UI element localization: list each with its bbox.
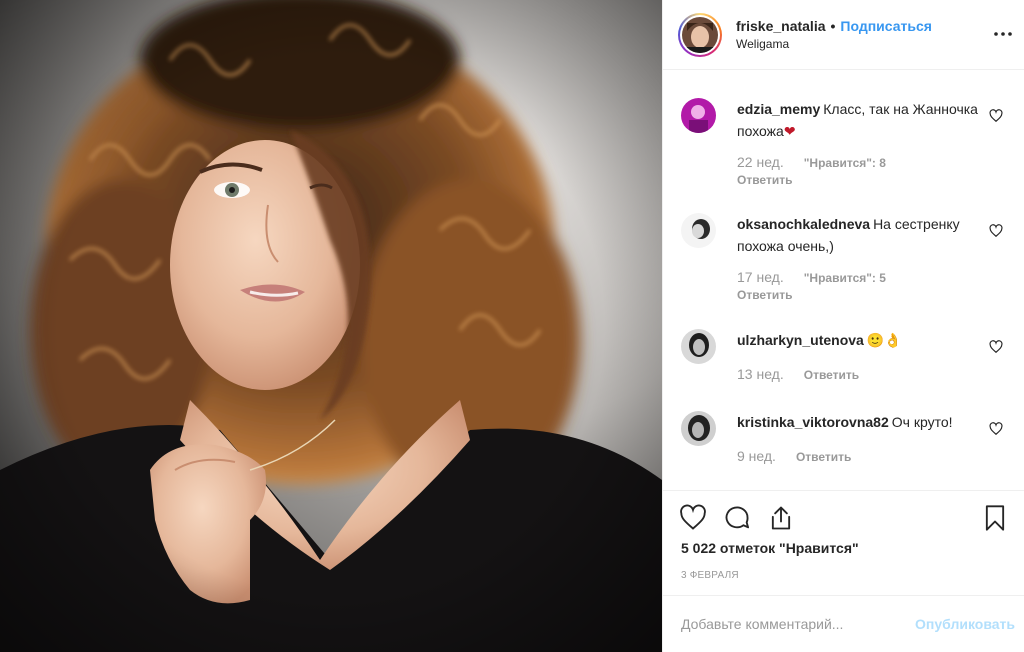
post-header: friske_natalia • Подписаться Weligama (663, 0, 1024, 70)
avatar-image (682, 16, 718, 53)
comment-body: oksanochkaledneva На сестренку похожа оче… (737, 213, 987, 257)
publish-button[interactable]: Опубликовать (915, 616, 1015, 632)
comments-list[interactable]: edzia_memy Класс, так на Жанночка похожа❤… (663, 71, 1024, 489)
instagram-post: friske_natalia • Подписаться Weligama ed… (0, 0, 1024, 652)
comment-like-heart-icon[interactable] (989, 224, 1003, 238)
post-username[interactable]: friske_natalia (736, 17, 826, 35)
comment-username[interactable]: kristinka_viktorovna82 (737, 414, 889, 430)
commenter-avatar[interactable] (681, 213, 716, 248)
comment-like-heart-icon[interactable] (989, 422, 1003, 436)
comment-time[interactable]: 9 нед. (737, 448, 776, 464)
reply-button[interactable]: Ответить (737, 173, 792, 187)
follow-button[interactable]: Подписаться (840, 17, 932, 35)
add-comment-bar: Опубликовать (663, 595, 1024, 652)
post-date[interactable]: 3 ФЕВРАЛЯ (681, 570, 739, 581)
post-location[interactable]: Weligama (736, 35, 932, 53)
comment-body: ulzharkyn_utenova 🙂👌 (737, 329, 987, 351)
reply-button[interactable]: Ответить (796, 450, 851, 464)
comment-likes[interactable]: "Нравится": 5 (804, 271, 886, 285)
reply-button[interactable]: Ответить (737, 288, 792, 302)
comment-time[interactable]: 13 нед. (737, 366, 784, 382)
avatar-frame (680, 14, 720, 55)
separator-dot: • (830, 17, 836, 34)
comment-time[interactable]: 17 нед. (737, 269, 784, 285)
commenter-avatar[interactable] (681, 329, 716, 364)
commenter-avatar[interactable] (681, 411, 716, 446)
comment-meta: 13 нед. Ответить (737, 366, 859, 382)
ellipsis-icon[interactable] (991, 22, 1015, 46)
comment-emoji: 🙂👌 (866, 332, 902, 348)
header-row: friske_natalia • Подписаться (736, 17, 932, 35)
likes-count[interactable]: 5 022 отметок "Нравится" (681, 540, 859, 556)
comment-meta: 22 нед. "Нравится": 8 (737, 154, 886, 170)
comment-username[interactable]: edzia_memy (737, 101, 820, 117)
comment-item: kristinka_viktorovna82 Оч круто! 9 нед. О… (681, 411, 1024, 481)
comment-username[interactable]: oksanochkaledneva (737, 216, 870, 232)
profile-avatar[interactable] (678, 12, 722, 57)
header-text: friske_natalia • Подписаться Weligama (736, 17, 932, 53)
comment-likes[interactable]: "Нравится": 8 (804, 156, 886, 170)
comment-body: edzia_memy Класс, так на Жанночка похожа❤ (737, 98, 987, 142)
reply-button[interactable]: Ответить (804, 368, 859, 382)
comment-body: kristinka_viktorovna82 Оч круто! (737, 411, 987, 433)
comment-username[interactable]: ulzharkyn_utenova (737, 332, 864, 348)
comment-like-heart-icon[interactable] (989, 340, 1003, 354)
action-bar (663, 490, 1024, 545)
heart-icon[interactable] (679, 504, 707, 532)
comment-text: Оч круто! (891, 414, 953, 430)
comment-icon[interactable] (723, 504, 751, 532)
portrait-image (0, 0, 662, 652)
bookmark-icon[interactable] (981, 504, 1009, 532)
commenter-avatar[interactable] (681, 98, 716, 133)
comment-meta: 9 нед. Ответить (737, 448, 851, 464)
post-photo[interactable] (0, 0, 662, 652)
comment-time[interactable]: 22 нед. (737, 154, 784, 170)
comment-like-heart-icon[interactable] (989, 109, 1003, 123)
post-side-panel: friske_natalia • Подписаться Weligama ed… (662, 0, 1024, 652)
heart-emoji: ❤ (783, 123, 796, 139)
comment-input[interactable] (681, 616, 911, 632)
comment-item: edzia_memy Класс, так на Жанночка похожа❤… (681, 98, 1024, 208)
comment-meta: 17 нед. "Нравится": 5 (737, 269, 886, 285)
comment-item: oksanochkaledneva На сестренку похожа оче… (681, 213, 1024, 323)
comment-item: ulzharkyn_utenova 🙂👌 13 нед. Ответить (681, 329, 1024, 399)
share-icon[interactable] (767, 504, 795, 532)
